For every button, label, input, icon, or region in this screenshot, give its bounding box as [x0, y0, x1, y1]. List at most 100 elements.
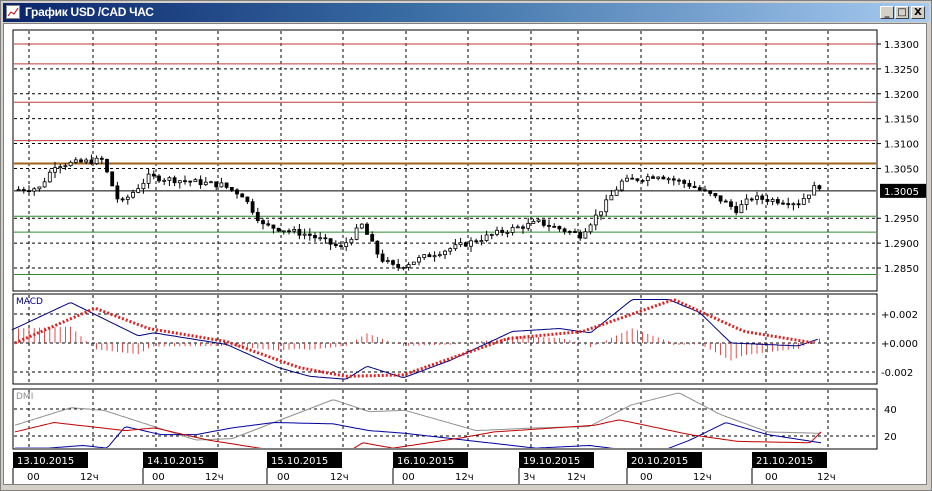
hour-label: 12ч: [80, 472, 99, 483]
bull-candle: [453, 244, 458, 250]
bear-candle: [328, 238, 333, 245]
bull-candle: [510, 226, 515, 233]
bull-candle: [614, 189, 619, 196]
bear-candle: [375, 240, 380, 255]
hour-label: 12ч: [205, 472, 224, 483]
bear-candle: [521, 226, 525, 229]
bear-candle: [323, 237, 328, 240]
bull-candle: [63, 165, 68, 168]
price-axis-label: 1.3300: [884, 40, 919, 51]
bear-candle: [708, 190, 713, 194]
bull-candle: [599, 211, 603, 216]
price-axis-label: 1.3250: [884, 65, 919, 76]
bear-candle: [105, 158, 109, 173]
bull-candle: [354, 227, 359, 240]
bear-candle: [115, 185, 120, 200]
hour-label: 3ч: [523, 472, 535, 483]
macd-signal-line: [14, 298, 814, 378]
bear-candle: [235, 189, 239, 195]
bear-candle: [365, 223, 369, 235]
bear-candle: [224, 182, 229, 188]
time-axis: 13.10.201500 12ч14.10.201500 12ч15.10.2015…: [12, 452, 836, 484]
bull-candle: [406, 264, 411, 268]
bull-candle: [588, 224, 593, 233]
macd-indicator: [11, 298, 820, 380]
bear-candle: [240, 193, 245, 198]
date-label: 13.10.2015: [17, 456, 74, 467]
macd-axis-label: -0.002: [881, 368, 913, 379]
hour-label: 00: [27, 472, 40, 483]
date-label: 19.10.2015: [523, 456, 580, 467]
bear-candle: [640, 180, 645, 182]
bull-candle: [645, 176, 650, 181]
bull-candle: [401, 267, 406, 269]
bear-candle: [682, 180, 687, 184]
bull-candle: [16, 189, 21, 191]
bull-candle: [583, 231, 588, 239]
bull-candle: [656, 176, 661, 179]
bear-candle: [547, 224, 551, 227]
bull-candle: [770, 199, 775, 202]
bear-candle: [297, 229, 302, 236]
bull-candle: [755, 195, 759, 200]
bull-candle: [593, 214, 598, 226]
bear-candle: [796, 203, 801, 206]
dmi-axis-label: 20: [884, 432, 897, 443]
bear-candle: [250, 201, 255, 213]
bear-candle: [99, 157, 104, 160]
bull-candle: [385, 260, 390, 262]
bear-candle: [781, 202, 785, 205]
bull-candle: [448, 248, 453, 252]
bull-candle: [281, 230, 286, 233]
candlesticks: [16, 154, 822, 271]
bull-candle: [515, 226, 520, 229]
bear-candle: [677, 179, 681, 182]
bear-candle: [198, 179, 203, 186]
bear-candle: [79, 159, 83, 163]
bull-candle: [422, 254, 427, 259]
bear-candle: [188, 180, 193, 183]
bull-candle: [193, 179, 198, 183]
bull-candle: [739, 204, 744, 214]
bull-candle: [58, 166, 63, 169]
bull-candle: [37, 186, 42, 190]
price-axis-label: 1.2900: [884, 239, 919, 250]
price-axis-label: 1.3150: [884, 115, 919, 126]
date-label: 16.10.2015: [397, 456, 454, 467]
bear-candle: [245, 196, 250, 203]
bear-candle: [500, 229, 505, 233]
hour-label: 00: [152, 472, 165, 483]
bull-candle: [53, 167, 57, 173]
chart-canvas[interactable]: MACD DMI 1.33001.32501.32001.31501.31001…: [0, 0, 932, 491]
bear-candle: [718, 195, 723, 202]
bear-candle: [578, 232, 583, 239]
bear-candle: [749, 198, 754, 201]
bear-candle: [671, 178, 676, 181]
bull-candle: [47, 171, 52, 183]
bear-candle: [313, 235, 317, 239]
bear-candle: [703, 189, 707, 192]
bull-candle: [125, 196, 130, 200]
bull-candle: [219, 182, 224, 188]
bear-candle: [391, 260, 395, 265]
bull-candle: [489, 233, 494, 236]
price-axis-label: 1.3050: [884, 164, 919, 175]
bull-candle: [791, 203, 796, 206]
bear-candle: [723, 200, 728, 203]
grid-lines: [14, 31, 876, 448]
hour-label: 00: [277, 472, 290, 483]
bull-candle: [526, 222, 531, 229]
bear-candle: [552, 225, 557, 228]
bear-candle: [110, 171, 115, 187]
bull-candle: [344, 242, 349, 248]
bear-candle: [817, 185, 822, 190]
bull-candle: [203, 181, 208, 186]
bear-candle: [183, 180, 187, 183]
hour-label: 00: [640, 472, 653, 483]
date-label: 21.10.2015: [756, 456, 813, 467]
bull-candle: [42, 181, 47, 188]
bear-candle: [271, 224, 276, 229]
hour-label: 12ч: [693, 472, 712, 483]
dmi-label: DMI: [16, 392, 33, 402]
bear-candle: [567, 231, 572, 233]
